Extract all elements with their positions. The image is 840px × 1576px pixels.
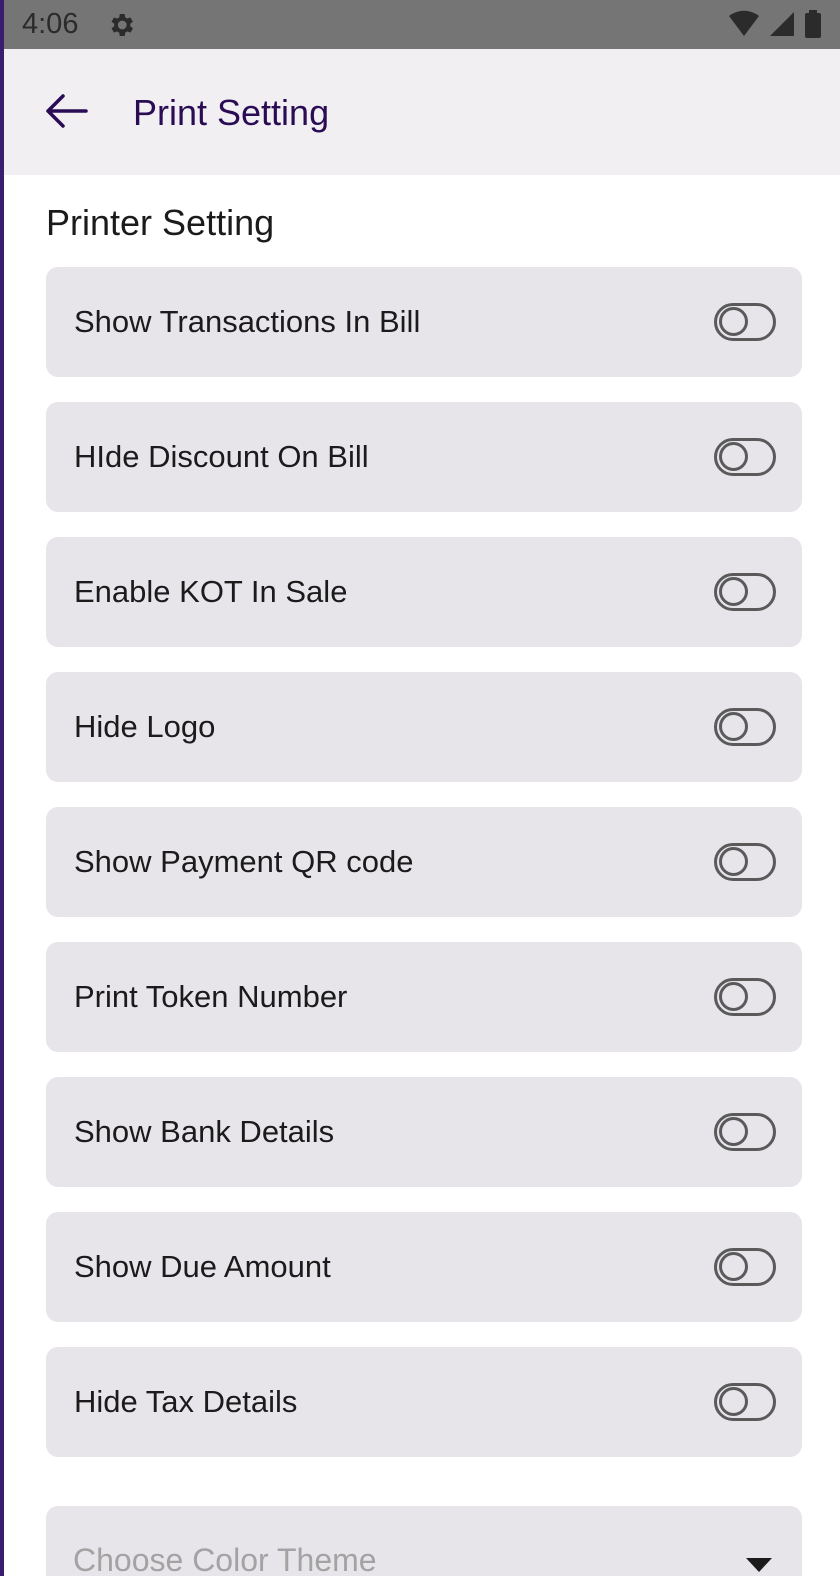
hide-logo-toggle[interactable] [714, 708, 776, 746]
toggle-knob [719, 1387, 748, 1416]
setting-row-hide-tax-details[interactable]: Hide Tax Details [46, 1347, 802, 1457]
wifi-icon [728, 10, 760, 46]
color-theme-placeholder: Choose Color Theme [73, 1542, 377, 1576]
setting-label: HIde Discount On Bill [74, 439, 369, 474]
window-edge [0, 0, 4, 1576]
setting-label: Enable KOT In Sale [74, 574, 348, 609]
gear-icon [106, 10, 136, 40]
toggle-knob [719, 307, 748, 336]
show-due-amount-toggle[interactable] [714, 1248, 776, 1286]
caret-down-icon [746, 1558, 772, 1572]
setting-row-show-bank-details[interactable]: Show Bank Details [46, 1077, 802, 1187]
toggle-knob [719, 982, 748, 1011]
setting-label: Hide Logo [74, 709, 216, 744]
setting-label: Show Transactions In Bill [74, 304, 421, 339]
page-title: Print Setting [133, 92, 330, 133]
toggle-knob [719, 847, 748, 876]
toggle-knob [719, 577, 748, 606]
setting-row-hide-discount[interactable]: HIde Discount On Bill [46, 402, 802, 512]
setting-label: Show Bank Details [74, 1114, 335, 1149]
back-button[interactable] [34, 85, 98, 141]
color-theme-dropdown[interactable]: Choose Color Theme [46, 1506, 802, 1576]
show-payment-qr-toggle[interactable] [714, 843, 776, 881]
app-bar: Print Setting [4, 49, 840, 175]
setting-row-enable-kot[interactable]: Enable KOT In Sale [46, 537, 802, 647]
toggle-knob [719, 442, 748, 471]
signal-icon [768, 10, 796, 46]
print-token-toggle[interactable] [714, 978, 776, 1016]
setting-row-print-token[interactable]: Print Token Number [46, 942, 802, 1052]
toggle-knob [719, 712, 748, 741]
settings-list: Show Transactions In Bill HIde Discount … [46, 267, 802, 1482]
hide-discount-toggle[interactable] [714, 438, 776, 476]
enable-kot-toggle[interactable] [714, 573, 776, 611]
setting-row-show-payment-qr[interactable]: Show Payment QR code [46, 807, 802, 917]
section-title: Printer Setting [46, 202, 275, 243]
setting-label: Show Due Amount [74, 1249, 331, 1284]
arrow-left-icon [44, 93, 88, 134]
setting-label: Show Payment QR code [74, 844, 414, 879]
battery-icon [804, 10, 822, 46]
toggle-knob [719, 1117, 748, 1146]
setting-label: Hide Tax Details [74, 1384, 298, 1419]
setting-row-show-due-amount[interactable]: Show Due Amount [46, 1212, 802, 1322]
setting-label: Print Token Number [74, 979, 348, 1014]
setting-row-show-transactions[interactable]: Show Transactions In Bill [46, 267, 802, 377]
setting-row-hide-logo[interactable]: Hide Logo [46, 672, 802, 782]
status-time: 4:06 [22, 8, 79, 40]
hide-tax-details-toggle[interactable] [714, 1383, 776, 1421]
status-bar: 4:06 [4, 0, 840, 49]
show-bank-details-toggle[interactable] [714, 1113, 776, 1151]
show-transactions-toggle[interactable] [714, 303, 776, 341]
toggle-knob [719, 1252, 748, 1281]
